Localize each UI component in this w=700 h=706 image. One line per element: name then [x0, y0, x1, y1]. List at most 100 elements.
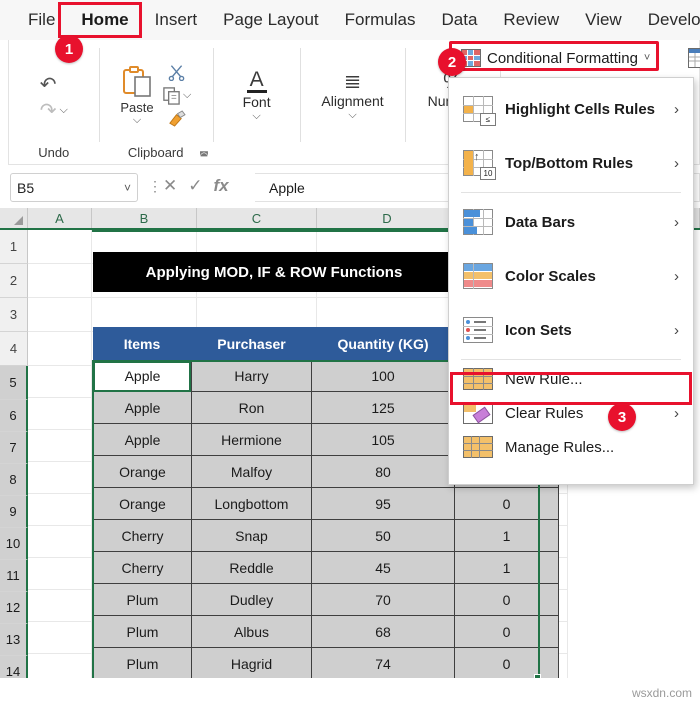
- column-header-b[interactable]: B: [92, 208, 197, 228]
- grid-cell[interactable]: [28, 230, 92, 264]
- grid-cell[interactable]: [28, 366, 92, 398]
- redo-icon[interactable]: ↷: [40, 101, 57, 121]
- chevron-right-icon[interactable]: ›: [674, 214, 679, 231]
- row-header-5[interactable]: 5: [0, 366, 28, 400]
- cell-quantity[interactable]: 125: [312, 392, 455, 424]
- font-button[interactable]: A Font ⌵: [243, 69, 271, 122]
- cell-quantity[interactable]: 95: [312, 488, 455, 520]
- grid-cell[interactable]: [28, 526, 92, 558]
- cell-quantity[interactable]: 105: [312, 424, 455, 456]
- font-dropdown-icon[interactable]: ⌵: [252, 111, 260, 122]
- row-header-6[interactable]: 6: [0, 400, 28, 432]
- conditional-formatting-chevron-down-icon[interactable]: ˅: [644, 52, 650, 64]
- redo-dropdown-icon[interactable]: ⌵: [59, 105, 67, 116]
- name-box[interactable]: B5 ˅: [10, 173, 138, 202]
- column-header-a[interactable]: A: [28, 208, 92, 228]
- row-header-4[interactable]: 4: [0, 332, 28, 366]
- cell-purchaser[interactable]: Hermione: [192, 424, 312, 456]
- cell-item[interactable]: Apple: [93, 360, 192, 392]
- cell-item[interactable]: Cherry: [93, 552, 192, 584]
- alignment-dropdown-icon[interactable]: ⌵: [348, 109, 356, 121]
- grid-cell[interactable]: [28, 622, 92, 654]
- tab-file[interactable]: File: [18, 6, 65, 34]
- row-header-13[interactable]: 13: [0, 624, 28, 656]
- select-all-corner[interactable]: [0, 208, 28, 228]
- tab-review[interactable]: Review: [493, 6, 569, 34]
- cell-item[interactable]: Plum: [93, 584, 192, 616]
- row-header-9[interactable]: 9: [0, 496, 28, 528]
- grid-cell[interactable]: [28, 430, 92, 462]
- cell-quantity[interactable]: 45: [312, 552, 455, 584]
- cell-quantity[interactable]: 74: [312, 648, 455, 680]
- tab-data[interactable]: Data: [432, 6, 488, 34]
- cancel-formula-icon[interactable]: ✕: [163, 176, 177, 196]
- formula-bar-more-icon[interactable]: ⋮: [148, 178, 162, 195]
- tab-page-layout[interactable]: Page Layout: [213, 6, 328, 34]
- menu-item-manage-rules[interactable]: Manage Rules...: [449, 430, 693, 464]
- format-as-table-icon[interactable]: [688, 48, 700, 73]
- enter-formula-icon[interactable]: ✓: [188, 176, 202, 196]
- tab-view[interactable]: View: [575, 6, 632, 34]
- tab-home[interactable]: Home: [71, 6, 138, 38]
- cell-purchaser[interactable]: Ron: [192, 392, 312, 424]
- row-header-12[interactable]: 12: [0, 592, 28, 624]
- tab-developer[interactable]: Developer: [638, 6, 700, 34]
- cell-item[interactable]: Orange: [93, 488, 192, 520]
- chevron-right-icon[interactable]: ›: [674, 268, 679, 285]
- grid-cell[interactable]: [28, 398, 92, 430]
- cell-quantity[interactable]: 70: [312, 584, 455, 616]
- insert-function-icon[interactable]: fx: [214, 176, 229, 196]
- grid-cell[interactable]: [28, 590, 92, 622]
- clipboard-dialog-launcher-icon[interactable]: ◚: [199, 151, 209, 162]
- cell-item[interactable]: Orange: [93, 456, 192, 488]
- cell-item[interactable]: Plum: [93, 616, 192, 648]
- grid-cell[interactable]: [28, 558, 92, 590]
- chevron-right-icon[interactable]: ›: [674, 322, 679, 339]
- menu-item-clear-rules[interactable]: Clear Rules ›: [449, 396, 693, 430]
- copy-icon[interactable]: [162, 86, 181, 105]
- menu-item-highlight-cells-rules[interactable]: ≤ Highlight Cells Rules ›: [449, 82, 693, 136]
- cell-item[interactable]: Apple: [93, 392, 192, 424]
- menu-item-new-rule[interactable]: New Rule...: [449, 362, 693, 396]
- paste-dropdown-icon[interactable]: ⌵: [133, 115, 141, 126]
- table-row[interactable]: Cherry Snap 50 1: [93, 520, 560, 552]
- grid-cell[interactable]: [28, 298, 92, 332]
- cell-purchaser[interactable]: Albus: [192, 616, 312, 648]
- format-painter-icon[interactable]: [167, 110, 186, 127]
- cell-purchaser[interactable]: Malfoy: [192, 456, 312, 488]
- row-header-8[interactable]: 8: [0, 464, 28, 496]
- cell-quantity[interactable]: 50: [312, 520, 455, 552]
- table-row[interactable]: Cherry Reddle 45 1: [93, 552, 560, 584]
- cell-flag[interactable]: 0: [455, 488, 559, 520]
- cell-purchaser[interactable]: Dudley: [192, 584, 312, 616]
- grid-cell[interactable]: [28, 462, 92, 494]
- copy-dropdown-icon[interactable]: ⌵: [183, 90, 191, 101]
- menu-item-icon-sets[interactable]: Icon Sets ›: [449, 303, 693, 357]
- cell-quantity[interactable]: 80: [312, 456, 455, 488]
- chevron-right-icon[interactable]: ›: [674, 155, 679, 172]
- grid-cell[interactable]: [28, 332, 92, 366]
- cell-purchaser[interactable]: Reddle: [192, 552, 312, 584]
- undo-icon[interactable]: ↶: [40, 75, 68, 95]
- menu-item-color-scales[interactable]: Color Scales ›: [449, 249, 693, 303]
- name-box-chevron-down-icon[interactable]: ˅: [124, 181, 131, 195]
- cut-icon[interactable]: [168, 64, 185, 81]
- table-row[interactable]: Plum Hagrid 74 0: [93, 648, 560, 680]
- cell-flag[interactable]: 1: [455, 520, 559, 552]
- tab-formulas[interactable]: Formulas: [335, 6, 426, 34]
- cell-purchaser[interactable]: Harry: [192, 360, 312, 392]
- cell-purchaser[interactable]: Hagrid: [192, 648, 312, 680]
- menu-item-top-bottom-rules[interactable]: ↑ 10 Top/Bottom Rules ›: [449, 136, 693, 190]
- table-row[interactable]: Plum Dudley 70 0: [93, 584, 560, 616]
- column-header-c[interactable]: C: [197, 208, 317, 228]
- conditional-formatting-button[interactable]: Conditional Formatting ˅: [455, 46, 657, 70]
- cell-flag[interactable]: 0: [455, 616, 559, 648]
- table-row[interactable]: Plum Albus 68 0: [93, 616, 560, 648]
- cell-purchaser[interactable]: Longbottom: [192, 488, 312, 520]
- paste-button[interactable]: Paste ⌵: [120, 65, 154, 126]
- cell-flag[interactable]: 1: [455, 552, 559, 584]
- cell-item[interactable]: Apple: [93, 424, 192, 456]
- cell-item[interactable]: Plum: [93, 648, 192, 680]
- row-header-3[interactable]: 3: [0, 298, 28, 332]
- alignment-button[interactable]: ≣ Alignment ⌵: [321, 71, 383, 121]
